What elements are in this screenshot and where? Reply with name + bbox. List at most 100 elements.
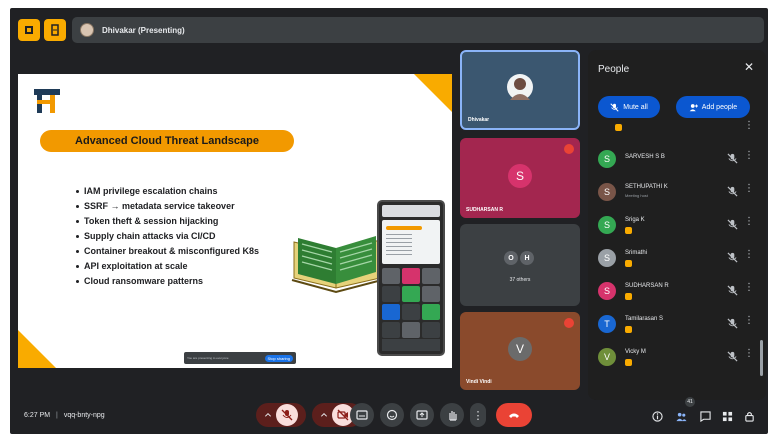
participant-list: ⋮ S SARVESH S B ⋮ S SETHUPATHI K Meeting… [598, 120, 756, 375]
participant-avatar: S [508, 164, 532, 188]
host-badge [615, 124, 622, 131]
participant-row[interactable]: ⋮ [598, 118, 756, 144]
people-panel: People ✕ Mute all Add people ⋮ S SARVESH… [588, 50, 766, 400]
participant-role: Meeting host [625, 193, 648, 198]
more-options-button[interactable]: ⋮ [470, 403, 486, 427]
presenter-avatar [80, 23, 94, 37]
participant-name: Sriga K [625, 217, 645, 223]
mic-off-icon [727, 318, 738, 329]
mic-off-icon [281, 409, 293, 421]
participant-row[interactable]: S Sriga K ⋮ [598, 210, 756, 243]
others-avatars: O H [504, 251, 534, 265]
mic-toggle-button[interactable] [276, 404, 298, 426]
participant-avatar: S [598, 150, 616, 168]
activities-icon[interactable] [722, 411, 733, 422]
mute-all-label: Mute all [623, 103, 648, 111]
people-scrollbar[interactable] [760, 340, 763, 376]
participant-row[interactable]: S SARVESH S B ⋮ [598, 144, 756, 177]
participant-row[interactable]: T Tamilarasan S ⋮ [598, 309, 756, 342]
info-separator: | [56, 412, 58, 419]
people-icon[interactable] [676, 411, 687, 422]
emoji-icon [386, 409, 398, 421]
slide-bullet: Cloud ransomware patterns [76, 274, 259, 289]
presentation-icon[interactable] [18, 19, 40, 41]
leave-call-button[interactable] [496, 403, 532, 427]
more-options-icon[interactable]: ⋮ [744, 120, 754, 131]
participant-name: Tamilarasan S [625, 316, 664, 322]
more-options-icon[interactable]: ⋮ [744, 348, 754, 359]
chevron-up-icon[interactable] [264, 411, 272, 419]
captions-button[interactable] [350, 403, 374, 427]
participant-tile-sudharsan[interactable]: S SUDHARSAN R [460, 138, 580, 218]
emoji-button[interactable] [380, 403, 404, 427]
participant-avatar: H [520, 251, 534, 265]
more-vert-icon: ⋮ [472, 409, 484, 422]
camera-off-icon [337, 409, 349, 421]
participant-name: Dhivakar [468, 117, 490, 123]
participant-name: SARVESH S B [625, 154, 665, 160]
participant-name: SETHUPATHI K [625, 184, 668, 190]
meeting-code: vqq-bnty-npg [63, 412, 105, 419]
participant-photo [507, 74, 533, 100]
sharing-notice-text: You are presenting to everyone [187, 356, 229, 360]
document-icon[interactable] [44, 19, 66, 41]
host-badge [625, 260, 632, 267]
participant-name: SUDHARSAN R [466, 207, 503, 213]
people-panel-title: People [598, 64, 630, 75]
host-badge [625, 359, 632, 366]
more-options-icon[interactable]: ⋮ [744, 249, 754, 260]
others-tile[interactable]: O H 37 others [460, 224, 580, 306]
slide-corner-accent [414, 74, 452, 112]
more-options-icon[interactable]: ⋮ [744, 216, 754, 227]
chevron-up-icon[interactable] [320, 411, 328, 419]
phone-screenshot [377, 200, 445, 356]
slide-bullet: API exploitation at scale [76, 259, 259, 274]
mic-off-icon [727, 219, 738, 230]
present-button[interactable] [410, 403, 434, 427]
participant-avatar: S [598, 216, 616, 234]
info-icon[interactable] [652, 411, 663, 422]
more-options-icon[interactable]: ⋮ [744, 282, 754, 293]
chat-icon[interactable] [700, 411, 711, 422]
mic-off-icon [564, 318, 574, 328]
participant-tile-dhivakar[interactable]: Dhivakar [460, 50, 580, 130]
participant-name: Srimathi [625, 250, 648, 256]
meeting-info: 6:27 PM | vqq-bnty-npg [24, 412, 105, 419]
sharing-notice: You are presenting to everyone Stop shar… [184, 352, 296, 364]
slide-bullet: Token theft & session hijacking [76, 214, 259, 229]
close-icon[interactable]: ✕ [744, 60, 754, 74]
participant-row[interactable]: S Srimathi ⋮ [598, 243, 756, 276]
host-badge [625, 326, 632, 333]
add-people-label: Add people [701, 103, 738, 111]
more-options-icon[interactable]: ⋮ [744, 183, 754, 194]
presented-slide: Advanced Cloud Threat Landscape IAM priv… [18, 74, 452, 368]
participant-row[interactable]: V Vicky M ⋮ [598, 342, 756, 375]
participant-name: SUDHARSAN R [625, 283, 669, 289]
slide-bullet-list: IAM privilege escalation chains SSRF → m… [76, 184, 259, 289]
clock-time: 6:27 PM [24, 412, 51, 419]
slide-bullet: IAM privilege escalation chains [76, 184, 259, 199]
raise-hand-button[interactable] [440, 403, 464, 427]
open-book-illustration [291, 236, 383, 294]
participant-count-badge: 41 [685, 397, 695, 407]
captions-icon [356, 410, 368, 420]
more-options-icon[interactable]: ⋮ [744, 150, 754, 161]
present-screen-icon [416, 410, 428, 420]
mic-off-icon [727, 153, 738, 164]
more-options-icon[interactable]: ⋮ [744, 315, 754, 326]
mic-off-icon [610, 102, 619, 112]
mute-all-button[interactable]: Mute all [598, 96, 660, 118]
mic-off-icon [727, 252, 738, 263]
participant-avatar: S [598, 282, 616, 300]
participant-row[interactable]: S SUDHARSAN R ⋮ [598, 276, 756, 309]
add-people-button[interactable]: Add people [676, 96, 750, 118]
microphone-control[interactable] [256, 403, 306, 427]
slide-bullet: Supply chain attacks via CI/CD [76, 229, 259, 244]
participant-row[interactable]: S SETHUPATHI K Meeting host ⋮ [598, 177, 756, 210]
host-badge [625, 293, 632, 300]
participant-avatar: S [598, 183, 616, 201]
slide-bullet: SSRF → metadata service takeover [76, 199, 259, 214]
host-controls-icon[interactable] [744, 411, 755, 422]
participant-tile-vindi[interactable]: V Vindi Vindi [460, 312, 580, 390]
stop-sharing-button[interactable]: Stop sharing [264, 354, 293, 362]
